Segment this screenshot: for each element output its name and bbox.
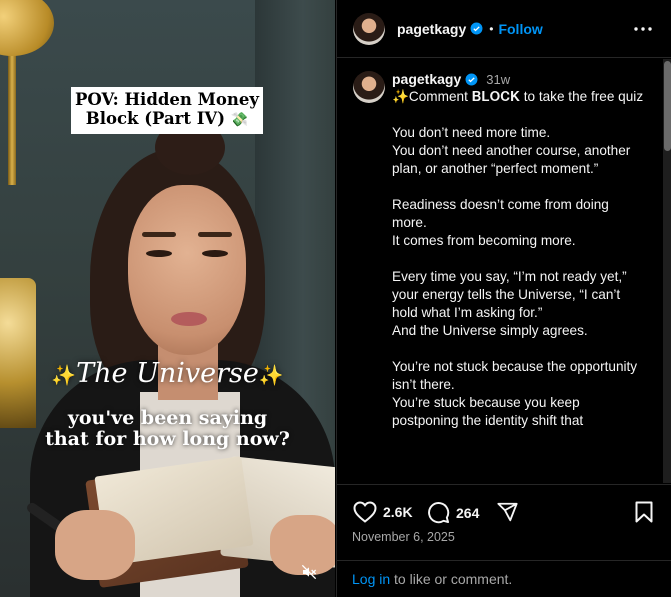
header-username[interactable]: pagetkagy [397, 21, 466, 37]
sparkle-icon: ✨ [51, 363, 77, 387]
more-options-button[interactable] [632, 18, 654, 40]
muted-speaker-icon [301, 564, 317, 580]
video-caption-box: POV: Hidden Money Block (Part IV) 💸 [71, 87, 263, 134]
verified-badge-icon [470, 22, 483, 35]
person-eye-right [202, 250, 228, 257]
more-options-icon [634, 27, 652, 31]
separator-dot: • [489, 21, 494, 36]
overlay-subtitle: you've been saying that for how long now… [0, 408, 335, 450]
table-lamp [0, 278, 36, 428]
post-date[interactable]: November 6, 2025 [352, 530, 455, 544]
login-prompt: Log in to like or comment. [352, 571, 512, 587]
login-link[interactable]: Log in [352, 571, 390, 587]
sparkle-icon: ✨ [258, 363, 284, 387]
share-icon [497, 502, 518, 522]
lamp-shade [0, 0, 54, 56]
overlay-title-text: The Universe [76, 358, 259, 389]
video-player[interactable]: POV: Hidden Money Block (Part IV) 💸 ✨The… [0, 0, 335, 597]
heart-icon [353, 501, 377, 523]
overlay-subtitle-line1: you've been saying [67, 407, 268, 429]
bookmark-icon [635, 501, 653, 523]
person-lips [171, 312, 207, 326]
divider [337, 560, 671, 561]
person-face [128, 185, 246, 355]
share-button[interactable] [496, 501, 519, 523]
person-eye-left [146, 250, 172, 257]
caption-username[interactable]: pagetkagy [392, 71, 461, 87]
post-panel: pagetkagy • Follow pagetkagy 31w ✨Commen… [336, 0, 671, 597]
comment-button[interactable]: 264 [427, 501, 479, 524]
overlay-subtitle-line2: that for how long now? [45, 428, 290, 450]
like-button[interactable]: 2.6K [353, 501, 413, 523]
save-button[interactable] [635, 501, 653, 523]
video-caption-line2: Block (Part IV) [85, 109, 226, 128]
comment-icon [428, 502, 450, 524]
person-hand-left [55, 510, 135, 580]
avatar[interactable] [353, 71, 385, 103]
video-caption-line1: POV: Hidden Money [75, 90, 259, 109]
like-count: 2.6K [383, 504, 413, 520]
avatar[interactable] [353, 12, 385, 45]
scrollbar-thumb[interactable] [664, 61, 671, 151]
post-time[interactable]: 31w [486, 72, 510, 87]
comment-count: 264 [456, 504, 480, 521]
scrollbar-track[interactable] [663, 59, 671, 483]
verified-badge-icon [465, 73, 478, 85]
money-emoji-icon: 💸 [230, 112, 249, 128]
person-brow-right [198, 232, 232, 237]
comments-section[interactable]: pagetkagy 31w ✨Comment 𝐁𝐋𝐎𝐂𝐊 to take the… [337, 59, 671, 483]
login-prompt-text: to like or comment. [390, 571, 513, 587]
mute-button[interactable] [297, 560, 321, 584]
overlay-title: ✨The Universe✨ [0, 358, 335, 389]
follow-button[interactable]: Follow [498, 21, 542, 37]
post-caption-text: ✨Comment 𝐁𝐋𝐎𝐂𝐊 to take the free quiz You… [392, 89, 644, 428]
post-header: pagetkagy • Follow [337, 0, 671, 58]
action-bar: 2.6K 264 November 6, 2025 Log in to like… [337, 484, 671, 597]
person-brow-left [142, 232, 176, 237]
